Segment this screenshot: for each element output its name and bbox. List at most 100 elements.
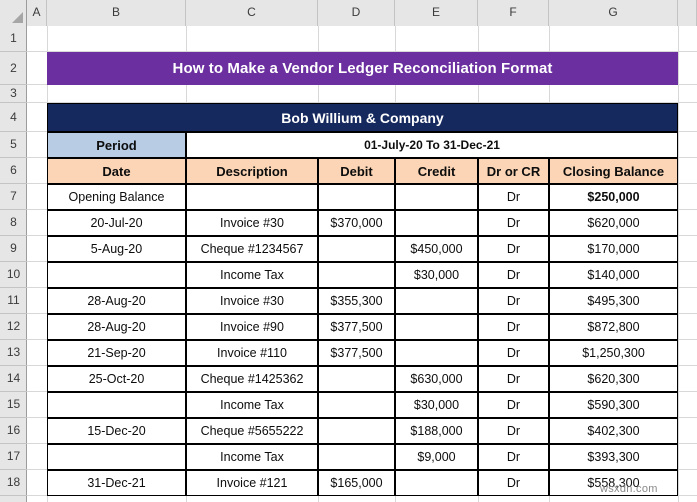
cell-credit-row-2[interactable] [395,210,478,236]
cell-debit-row-2[interactable]: $370,000 [318,210,395,236]
column-header-a[interactable]: A [27,0,47,26]
cell-description-row-11[interactable]: Income Tax [186,444,318,470]
cell-closing-balance-row-10[interactable]: $402,300 [549,418,678,444]
row-header-8[interactable]: 8 [0,210,27,236]
cell-debit-row-9[interactable] [318,392,395,418]
cell-dr-or-cr-row-3[interactable]: Dr [478,236,549,262]
cell-credit-row-9[interactable]: $30,000 [395,392,478,418]
cell-dr-or-cr-row-9[interactable]: Dr [478,392,549,418]
row-header-15[interactable]: 15 [0,392,27,418]
cell-credit-row-4[interactable]: $30,000 [395,262,478,288]
cell-date-row-12[interactable]: 31-Dec-21 [47,470,186,496]
cell-date-row-6[interactable]: 28-Aug-20 [47,314,186,340]
cell-dr-or-cr-row-2[interactable]: Dr [478,210,549,236]
cell-date-row-2[interactable]: 20-Jul-20 [47,210,186,236]
column-header-f[interactable]: F [478,0,549,26]
cell-dr-or-cr-row-7[interactable]: Dr [478,340,549,366]
cell-date-row-4[interactable] [47,262,186,288]
cell-debit-row-5[interactable]: $355,300 [318,288,395,314]
cell-description-row-8[interactable]: Cheque #1425362 [186,366,318,392]
column-header-blank[interactable] [678,0,697,26]
cell-description-row-9[interactable]: Income Tax [186,392,318,418]
cell-description-row-1[interactable] [186,184,318,210]
cell-credit-row-7[interactable] [395,340,478,366]
cell-credit-row-10[interactable]: $188,000 [395,418,478,444]
cell-debit-row-1[interactable] [318,184,395,210]
cell-dr-or-cr-row-8[interactable]: Dr [478,366,549,392]
cell-description-row-4[interactable]: Income Tax [186,262,318,288]
row-header-13[interactable]: 13 [0,340,27,366]
cell-closing-balance-row-3[interactable]: $170,000 [549,236,678,262]
sheet-content: How to Make a Vendor Ledger Reconciliati… [27,26,697,502]
cell-dr-or-cr-row-11[interactable]: Dr [478,444,549,470]
row-header-4[interactable]: 4 [0,103,27,132]
cell-date-row-3[interactable]: 5-Aug-20 [47,236,186,262]
cell-closing-balance-row-7[interactable]: $1,250,300 [549,340,678,366]
cell-dr-or-cr-row-12[interactable]: Dr [478,470,549,496]
column-header-d[interactable]: D [318,0,395,26]
cell-closing-balance-row-11[interactable]: $393,300 [549,444,678,470]
column-header-g[interactable]: G [549,0,678,26]
select-all-corner[interactable] [0,0,27,26]
row-header-9[interactable]: 9 [0,236,27,262]
row-header-14[interactable]: 14 [0,366,27,392]
row-header-6[interactable]: 6 [0,158,27,184]
cell-closing-balance-row-6[interactable]: $872,800 [549,314,678,340]
row-header-11[interactable]: 11 [0,288,27,314]
cell-debit-row-3[interactable] [318,236,395,262]
cell-date-row-7[interactable]: 21-Sep-20 [47,340,186,366]
cell-closing-balance-row-2[interactable]: $620,000 [549,210,678,236]
cell-closing-balance-row-4[interactable]: $140,000 [549,262,678,288]
cell-dr-or-cr-row-5[interactable]: Dr [478,288,549,314]
cell-description-row-12[interactable]: Invoice #121 [186,470,318,496]
row-header-18[interactable]: 18 [0,470,27,496]
row-header-2[interactable]: 2 [0,52,27,85]
cell-debit-row-8[interactable] [318,366,395,392]
cell-closing-balance-row-9[interactable]: $590,300 [549,392,678,418]
cell-date-row-5[interactable]: 28-Aug-20 [47,288,186,314]
cell-credit-row-6[interactable] [395,314,478,340]
cell-debit-row-10[interactable] [318,418,395,444]
column-header-c[interactable]: C [186,0,318,26]
cell-debit-row-6[interactable]: $377,500 [318,314,395,340]
cell-description-row-6[interactable]: Invoice #90 [186,314,318,340]
row-header-16[interactable]: 16 [0,418,27,444]
period-value-cell: 01-July-20 To 31-Dec-21 [186,132,678,158]
cell-description-row-2[interactable]: Invoice #30 [186,210,318,236]
cell-credit-row-8[interactable]: $630,000 [395,366,478,392]
cell-credit-row-11[interactable]: $9,000 [395,444,478,470]
cell-debit-row-7[interactable]: $377,500 [318,340,395,366]
cell-debit-row-11[interactable] [318,444,395,470]
cell-closing-balance-row-1[interactable]: $250,000 [549,184,678,210]
cell-credit-row-3[interactable]: $450,000 [395,236,478,262]
cell-credit-row-12[interactable] [395,470,478,496]
cell-date-row-10[interactable]: 15-Dec-20 [47,418,186,444]
cell-date-row-9[interactable] [47,392,186,418]
cell-description-row-5[interactable]: Invoice #30 [186,288,318,314]
row-header-5[interactable]: 5 [0,132,27,158]
cell-description-row-7[interactable]: Invoice #110 [186,340,318,366]
cell-description-row-3[interactable]: Cheque #1234567 [186,236,318,262]
cell-description-row-10[interactable]: Cheque #5655222 [186,418,318,444]
column-header-e[interactable]: E [395,0,478,26]
row-header-17[interactable]: 17 [0,444,27,470]
row-header-3[interactable]: 3 [0,85,27,103]
row-header-12[interactable]: 12 [0,314,27,340]
cell-date-row-1[interactable]: Opening Balance [47,184,186,210]
cell-date-row-8[interactable]: 25-Oct-20 [47,366,186,392]
column-header-b[interactable]: B [47,0,186,26]
row-header-1[interactable]: 1 [0,26,27,52]
row-header-10[interactable]: 10 [0,262,27,288]
cell-closing-balance-row-8[interactable]: $620,300 [549,366,678,392]
cell-dr-or-cr-row-10[interactable]: Dr [478,418,549,444]
cell-dr-or-cr-row-4[interactable]: Dr [478,262,549,288]
cell-dr-or-cr-row-6[interactable]: Dr [478,314,549,340]
cell-dr-or-cr-row-1[interactable]: Dr [478,184,549,210]
cell-closing-balance-row-5[interactable]: $495,300 [549,288,678,314]
cell-date-row-11[interactable] [47,444,186,470]
row-header-7[interactable]: 7 [0,184,27,210]
cell-credit-row-1[interactable] [395,184,478,210]
cell-debit-row-4[interactable] [318,262,395,288]
cell-debit-row-12[interactable]: $165,000 [318,470,395,496]
cell-credit-row-5[interactable] [395,288,478,314]
